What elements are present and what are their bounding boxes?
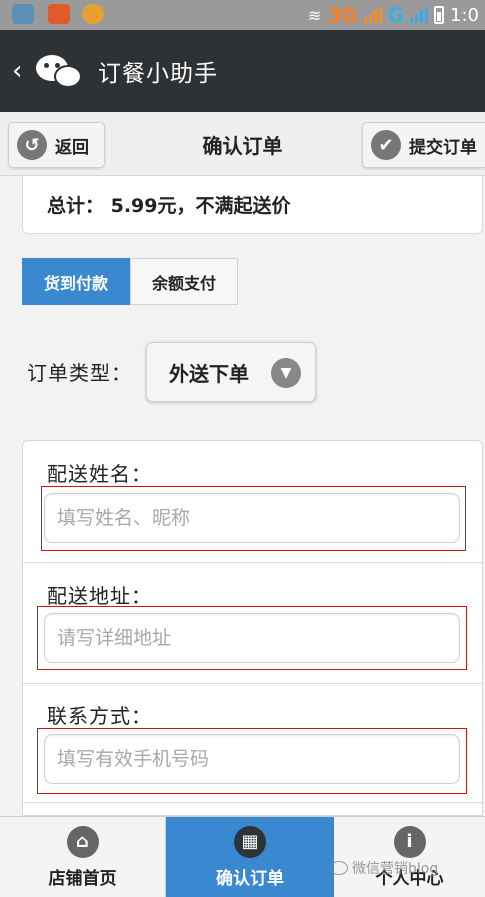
- nav-shop-home-label: 店铺首页: [48, 868, 117, 889]
- watermark-text: 微信营销blog: [352, 861, 439, 877]
- chevron-left-icon[interactable]: ‹: [12, 56, 30, 86]
- gallery-notification-icon: [12, 4, 34, 24]
- signal-icon-secondary: [410, 7, 429, 23]
- order-type-label: 订单类型：: [27, 361, 132, 385]
- watermark: 微信营销blog: [330, 858, 438, 878]
- total-text: 总计： 5.99元，不满起送价: [47, 195, 291, 217]
- signal-icon: [363, 7, 382, 23]
- annotation-box: [37, 728, 467, 794]
- wechat-watermark-icon: [330, 861, 348, 875]
- wechat-title-bar: ‹ 订餐小助手: [0, 30, 485, 112]
- phone-field-label: 联系方式：: [47, 704, 152, 728]
- annotation-box: [37, 606, 467, 670]
- payment-balance-label: 余额支付: [151, 273, 216, 293]
- battery-icon: [434, 6, 445, 24]
- chevron-down-icon: ▼: [271, 358, 301, 388]
- clock: 1:0: [450, 4, 479, 26]
- order-type-select[interactable]: 外送下单 ▼: [146, 342, 316, 402]
- nav-confirm-order-label: 确认订单: [216, 868, 284, 889]
- nav-confirm-order[interactable]: ▦ 确认订单: [166, 817, 334, 897]
- order-total: 总计： 5.99元，不满起送价: [22, 176, 483, 234]
- divider: [23, 562, 482, 563]
- app-title: 订餐小助手: [98, 61, 218, 87]
- payment-cod-label: 货到付款: [43, 273, 108, 293]
- status-bar: ≋ 3G G 1:0: [0, 0, 485, 30]
- wechat-logo-icon: [36, 51, 86, 91]
- browser-notification-icon: [82, 4, 104, 24]
- annotation-box: [41, 486, 466, 551]
- network-type-3g: 3G: [327, 3, 358, 27]
- app-notification-icon: [48, 4, 70, 24]
- divider: [23, 802, 482, 803]
- nav-shop-home[interactable]: ⌂ 店铺首页: [0, 817, 166, 897]
- divider: [23, 683, 482, 684]
- bottom-nav: ⌂ 店铺首页 ▦ 确认订单 i 个人中心: [0, 816, 485, 897]
- home-icon: ⌂: [66, 825, 99, 858]
- nav-personal-center[interactable]: i 个人中心: [334, 817, 485, 897]
- payment-cod-tab[interactable]: 货到付款: [22, 258, 130, 305]
- network-type-g: G: [387, 3, 405, 27]
- address-field-label: 配送地址：: [47, 584, 152, 608]
- page-title: 确认订单: [202, 134, 283, 158]
- status-indicators: ≋ 3G G 1:0: [308, 2, 479, 28]
- info-icon: i: [393, 825, 426, 858]
- name-field-label: 配送姓名：: [47, 462, 152, 486]
- payment-balance-tab[interactable]: 余额支付: [130, 258, 238, 305]
- wifi-icon: ≋: [307, 5, 322, 25]
- grid-icon: ▦: [234, 825, 266, 858]
- order-type-value: 外送下单: [169, 361, 249, 386]
